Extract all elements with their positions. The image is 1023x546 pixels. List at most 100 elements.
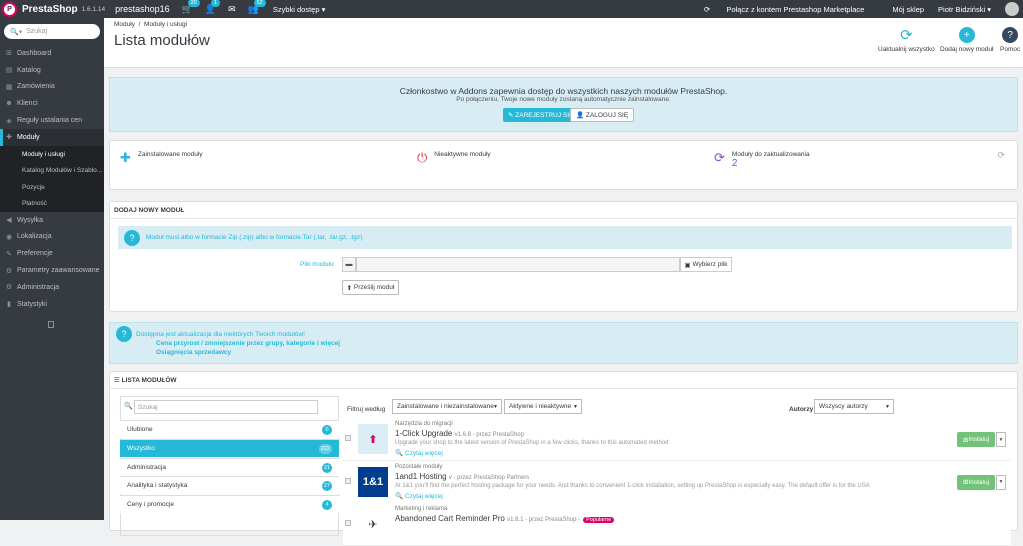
inactive-modules-stat[interactable]: ⏻ Nieaktywne moduły bbox=[417, 150, 491, 166]
category-item[interactable]: Analityka i statystyka 27 bbox=[120, 476, 339, 495]
to-update-stat[interactable]: ⟳ Moduły do zaktualizowania 2 bbox=[714, 150, 810, 169]
read-more-link[interactable]: 🔍 Czytaj więcej bbox=[395, 492, 443, 500]
category-item[interactable]: Ulubione 0 bbox=[120, 420, 339, 438]
user-menu[interactable]: Piotr Bidziński ▾ bbox=[938, 5, 991, 14]
sidebar-search[interactable]: 🔍▾ Szukaj bbox=[4, 24, 100, 39]
sidebar-subitem[interactable]: Płatność bbox=[0, 195, 104, 212]
sidebar-item-administracja[interactable]: ⚙ Administracja bbox=[0, 279, 104, 296]
upload-module-button[interactable]: ⬆ Prześlij moduł bbox=[342, 280, 399, 295]
module-category: Narzędzia do migracji bbox=[395, 421, 453, 427]
module-category: Pozostałe moduły bbox=[395, 463, 443, 470]
update-all-button[interactable]: ⟳ Uaktualnij wszystko bbox=[878, 27, 935, 53]
sidebar-subitem[interactable]: Katalog Modułów i Szablo... bbox=[0, 162, 104, 179]
customers-notification-icon[interactable]: 👤 1 bbox=[205, 0, 220, 15]
avatar[interactable] bbox=[1005, 2, 1019, 16]
help-button[interactable]: ? Pomoc bbox=[1000, 27, 1020, 53]
sidebar-item-parametry-zaawansowane[interactable]: ⚙ Parametry zaawansowane bbox=[0, 262, 104, 279]
search-icon: 🔍▾ bbox=[10, 28, 27, 36]
module-search-input[interactable]: Szukaj bbox=[134, 400, 318, 414]
register-button[interactable]: ✎ ZAREJESTRUJ SIĘ bbox=[503, 108, 579, 122]
module-checkbox[interactable] bbox=[345, 435, 351, 441]
update-link-price[interactable]: Cena przyrost / zmniejszenie przez grupy… bbox=[156, 340, 340, 347]
sidebar-item-regu-y-ustalania-cen[interactable]: ◈ Reguły ustalania cen bbox=[0, 112, 104, 129]
folder-icon: ▣ bbox=[684, 261, 693, 269]
connect-marketplace-link[interactable]: ⟳ Połącz z kontem Prestashop Marketplace bbox=[704, 5, 878, 14]
refresh-icon: ⟳ bbox=[900, 27, 913, 44]
refresh-icon: ⟳ bbox=[714, 150, 725, 165]
sidebar-item-wysy-ka[interactable]: ◀ Wysyłka bbox=[0, 212, 104, 229]
sidebar-item-label: Katalog bbox=[17, 66, 41, 74]
orders-notification-icon[interactable]: 🛒 20 bbox=[182, 0, 200, 15]
sidebar-item-dashboard[interactable]: ⊞ Dashboard bbox=[0, 45, 104, 62]
install-filter-select[interactable]: Zainstalowane i niezainstalowane ▼ bbox=[392, 399, 502, 414]
breadcrumb-modules[interactable]: Moduły bbox=[114, 21, 135, 28]
category-item[interactable]: Wszystko 222 bbox=[120, 438, 339, 457]
sidebar-item-katalog[interactable]: ▤ Katalog bbox=[0, 62, 104, 79]
shop-name[interactable]: prestashop16 bbox=[115, 4, 170, 14]
category-label: Administracja bbox=[127, 463, 167, 471]
module-list-title-label: LISTA MODUŁÓW bbox=[121, 376, 177, 384]
sidebar-subitem[interactable]: Pozycje bbox=[0, 178, 104, 196]
file-input[interactable] bbox=[356, 257, 680, 272]
my-shop-link[interactable]: Mój sklep bbox=[892, 5, 924, 14]
sidebar: 🔍▾ Szukaj ⊞ Dashboard ▤ Katalog ▦ Zamówienia ☻… bbox=[0, 18, 104, 520]
login-button[interactable]: 👤 ZALOGUJ SIĘ bbox=[570, 108, 635, 122]
sidebar-item-zam-wienia[interactable]: ▦ Zamówienia bbox=[0, 79, 104, 96]
breadcrumb-separator: / bbox=[138, 21, 141, 28]
update-all-label: Uaktualnij wszystko bbox=[878, 46, 935, 53]
choose-file-button[interactable]: ▣ Wybierz plik bbox=[680, 257, 732, 272]
sidebar-item-lokalizacja[interactable]: ◉ Lokalizacja bbox=[0, 229, 104, 246]
sidebar-item-klienci[interactable]: ☻ Klienci bbox=[0, 95, 104, 112]
sidebar-item-label: Dashboard bbox=[17, 49, 52, 57]
read-more-label: Czytaj więcej bbox=[404, 492, 443, 500]
install-dropdown-caret[interactable]: ▼ bbox=[996, 474, 1006, 490]
installed-label: Zainstalowane moduły bbox=[137, 151, 203, 158]
page-header: Moduły / Moduły i usługi Lista modułów ⟳… bbox=[104, 18, 1023, 68]
power-icon: ⏻ bbox=[417, 150, 428, 165]
active-filter-select[interactable]: Aktywne i nieaktywne ▼ bbox=[504, 399, 582, 414]
add-module-button[interactable]: + Dodaj nowy moduł bbox=[940, 27, 993, 53]
popular-badge: Popularne bbox=[583, 517, 615, 523]
authors-select[interactable]: Wszyscy autorzy ▼ bbox=[814, 399, 894, 414]
sidebar-item-label: Moduły bbox=[17, 133, 40, 141]
install-dropdown-caret[interactable]: ▼ bbox=[996, 432, 1006, 447]
module-list-panel: ☰ LISTA MODUŁÓW 🔍 Szukaj Ulubione 0 Wszyst… bbox=[109, 371, 1018, 546]
sidebar-item-preferencje[interactable]: ✎ Preferencje bbox=[0, 245, 104, 262]
quick-access-menu[interactable]: Szybki dostęp ▾ bbox=[273, 5, 326, 14]
module-category: Marketing i reklama bbox=[395, 506, 448, 512]
install-button[interactable]: ⊞ Instaluj bbox=[957, 432, 995, 447]
install-button[interactable]: ⊞ Instaluj bbox=[957, 474, 995, 490]
new-badge: 52 bbox=[253, 0, 266, 7]
update-link-achievements[interactable]: Osiągnięcia sprzedawcy bbox=[156, 349, 231, 356]
category-count-badge: 222 bbox=[318, 443, 332, 454]
category-count-badge: 21 bbox=[321, 462, 332, 473]
module-description: Upgrade your shop to the latest version … bbox=[395, 440, 669, 446]
sidebar-search-input[interactable]: Szukaj bbox=[26, 28, 47, 35]
add-module-panel: DODAJ NOWY MODUŁ ? Moduł musi albo w for… bbox=[109, 201, 1018, 312]
refresh-stats-icon[interactable]: ⟳ bbox=[997, 150, 1005, 161]
installed-modules-stat[interactable]: ✚ Zainstalowane moduły bbox=[120, 150, 203, 166]
module-row: ⬆ Narzędzia do migracji 1-Click Upgrade v1… bbox=[343, 418, 1011, 461]
breadcrumb-modules-services[interactable]: Moduły i usługi bbox=[144, 21, 187, 28]
refresh-icon: ⟳ bbox=[704, 4, 713, 14]
module-stats-panel: ✚ Zainstalowane moduły ⏻ Nieaktywne modu… bbox=[109, 140, 1018, 190]
connect-marketplace-label: Połącz z kontem Prestashop Marketplace bbox=[726, 4, 865, 14]
addons-title: Członkostwo w Addons zapewnia dostęp do … bbox=[399, 86, 728, 96]
sidebar-subitem[interactable]: Moduły i usługi bbox=[0, 145, 104, 163]
sidebar-item-modu-y[interactable]: ✚ Moduły bbox=[0, 128, 104, 146]
new-messages-icon[interactable]: 👥 52 bbox=[248, 0, 266, 15]
read-more-link[interactable]: 🔍 Czytaj więcej bbox=[395, 449, 443, 457]
category-item[interactable]: Administracja 21 bbox=[120, 457, 339, 476]
module-checkbox[interactable] bbox=[345, 520, 351, 526]
module-checkbox[interactable] bbox=[345, 477, 351, 484]
sidebar-item-label: Statystyki bbox=[17, 300, 47, 308]
category-count-badge: 27 bbox=[321, 481, 332, 492]
messages-icon[interactable]: ✉ bbox=[228, 4, 236, 15]
module-description: At 1&1 you'll find the perfect hosting p… bbox=[395, 482, 870, 489]
logo[interactable]: P PrestaShop 1.6.1.14 bbox=[2, 1, 105, 17]
caret-down-icon: ▼ bbox=[885, 403, 890, 410]
sidebar-item-statystyki[interactable]: ▮ Statystyki bbox=[0, 296, 104, 313]
collapse-menu-icon[interactable] bbox=[48, 320, 54, 328]
module-logo-icon: ⬆ bbox=[358, 424, 388, 454]
category-item[interactable]: Ceny i promocje 4 bbox=[120, 495, 339, 514]
